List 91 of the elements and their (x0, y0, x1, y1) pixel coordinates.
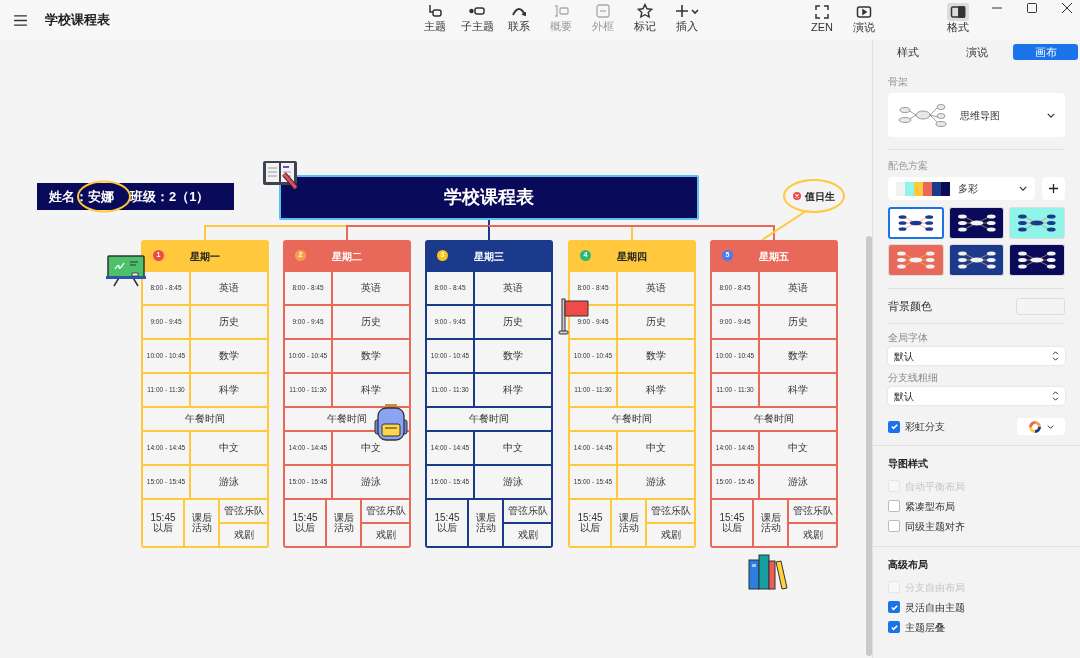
section-label: 骨架 (888, 75, 909, 89)
subject-cell: 历史 (760, 306, 836, 338)
day-title: 星期二 (332, 249, 362, 264)
panel-tab[interactable]: 画布 (1013, 44, 1078, 60)
font-select[interactable]: 默认 (888, 347, 1065, 365)
subject-cell: 英语 (475, 272, 551, 304)
lunch-cell: 午餐时间 (427, 408, 551, 430)
day-title: 星期五 (759, 249, 789, 264)
section-label: 配色方案 (888, 159, 929, 173)
checkbox-label: 紧凑型布局 (905, 499, 955, 514)
section-heading: 导图样式 (888, 457, 929, 471)
option-cell: 管弦乐队 (789, 500, 836, 522)
option-cell: 戏剧 (362, 524, 409, 546)
view-button[interactable]: ZEN (804, 3, 840, 34)
subject-cell: 数学 (760, 340, 836, 372)
subject-cell: 科学 (475, 374, 551, 406)
subject-cell: 英语 (618, 272, 694, 304)
toolbar-button[interactable]: 插入 (670, 3, 704, 33)
panel-tab[interactable]: 样式 (875, 44, 940, 60)
subject-cell: 游泳 (760, 466, 836, 498)
day-title: 星期三 (474, 249, 504, 264)
subject-cell: 历史 (333, 306, 409, 338)
subject-cell: 科学 (760, 374, 836, 406)
subject-cell: 中文 (760, 432, 836, 464)
time-cell: 15:45 以后 (427, 500, 467, 546)
day-title: 星期四 (617, 249, 647, 264)
subject-cell: 数学 (333, 340, 409, 372)
subject-cell: 历史 (618, 306, 694, 338)
time-cell: 15:45 以后 (570, 500, 610, 546)
time-cell: 15:45 以后 (285, 500, 325, 546)
option-cell: 管弦乐队 (362, 500, 409, 522)
activity-cell: 课后活动 (612, 500, 645, 546)
subject-cell: 游泳 (475, 466, 551, 498)
central-topic[interactable]: 学校课程表 (279, 175, 699, 220)
option-cell: 管弦乐队 (647, 500, 694, 522)
callout-label: 值日生 (805, 189, 835, 204)
subject-cell: 数学 (191, 340, 267, 372)
toolbar-button[interactable]: 联系 (502, 3, 536, 33)
view-button[interactable]: 格式 (940, 3, 976, 34)
option-cell: 管弦乐队 (220, 500, 267, 522)
subject-cell: 英语 (760, 272, 836, 304)
activity-cell: 课后活动 (185, 500, 218, 546)
subject-cell: 科学 (333, 374, 409, 406)
section-label: 全局字体 (888, 331, 929, 345)
option-cell: 戏剧 (789, 524, 836, 546)
lunch-cell: 午餐时间 (570, 408, 694, 430)
option-cell: 戏剧 (647, 524, 694, 546)
subject-cell: 游泳 (191, 466, 267, 498)
class-label: 班级：2（1） (130, 187, 210, 206)
lunch-cell: 午餐时间 (143, 408, 267, 430)
day-title: 星期一 (190, 249, 220, 264)
toolbar-button[interactable]: 主题 (418, 3, 452, 33)
callout-bubble[interactable]: 值日生 (783, 179, 845, 213)
subject-cell: 中文 (475, 432, 551, 464)
time-cell: 15:45 以后 (143, 500, 183, 546)
subject-cell: 历史 (475, 306, 551, 338)
checkbox-label: 同级主题对齐 (905, 519, 965, 534)
section-label: 分支线粗细 (888, 371, 939, 385)
checkbox-label: 灵活自由主题 (905, 600, 965, 615)
subject-cell: 数学 (618, 340, 694, 372)
color-scheme-dropdown[interactable]: 多彩 (888, 177, 1035, 200)
activity-cell: 课后活动 (327, 500, 360, 546)
checkbox-label: 主题层叠 (905, 620, 945, 635)
section-heading: 高级布局 (888, 558, 929, 572)
subject-cell: 科学 (191, 374, 267, 406)
subject-cell: 中文 (191, 432, 267, 464)
toolbar-button[interactable]: 标记 (628, 3, 662, 33)
subject-cell: 英语 (191, 272, 267, 304)
subject-cell: 英语 (333, 272, 409, 304)
checkbox-label: 彩虹分支 (905, 420, 946, 434)
lunch-cell: 午餐时间 (712, 408, 836, 430)
skeleton-dropdown[interactable]: 思维导图 (888, 93, 1065, 137)
subject-cell: 历史 (191, 306, 267, 338)
activity-cell: 课后活动 (754, 500, 787, 546)
background-color-label: 背景颜色 (888, 299, 932, 315)
toolbar-button[interactable]: 子主题 (460, 3, 494, 33)
panel-tab[interactable]: 演说 (944, 44, 1009, 60)
option-cell: 戏剧 (220, 524, 267, 546)
option-cell: 戏剧 (504, 524, 551, 546)
subject-cell: 中文 (618, 432, 694, 464)
option-cell: 管弦乐队 (504, 500, 551, 522)
subject-cell: 游泳 (618, 466, 694, 498)
time-cell: 15:45 以后 (712, 500, 752, 546)
activity-cell: 课后活动 (469, 500, 502, 546)
document-title: 学校课程表 (45, 11, 110, 30)
subject-cell: 游泳 (333, 466, 409, 498)
name-label: 姓名：安娜 (49, 187, 114, 206)
view-button[interactable]: 演说 (846, 3, 882, 34)
subject-cell: 科学 (618, 374, 694, 406)
branch-width-select[interactable]: 默认 (888, 387, 1065, 405)
subject-cell: 数学 (475, 340, 551, 372)
